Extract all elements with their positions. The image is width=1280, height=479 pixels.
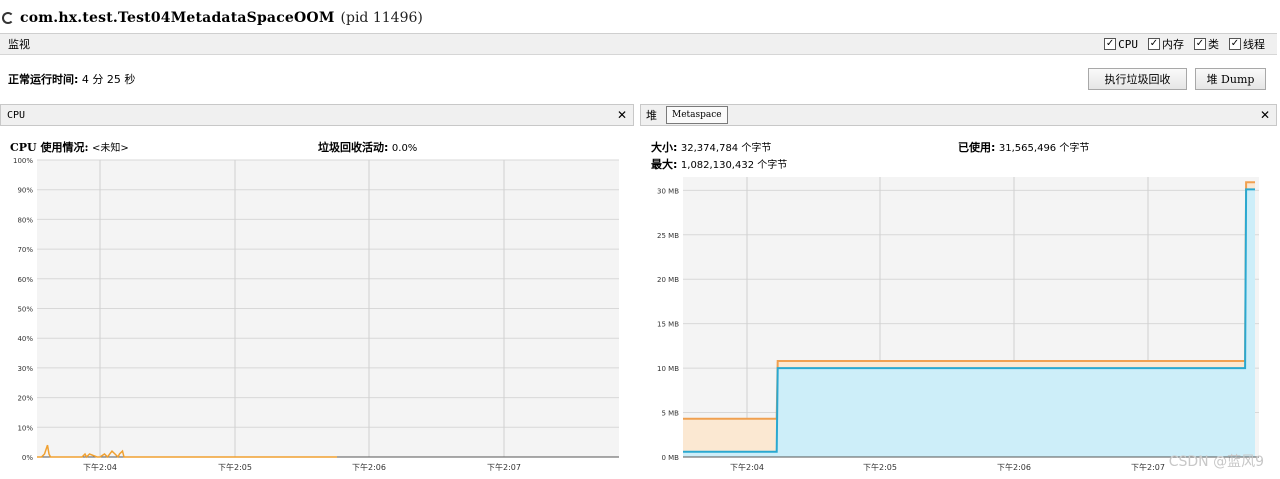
size-value: 32,374,784 个字节 xyxy=(680,143,772,154)
metaspace-chart: 0 MB 5 MB 10 MB 15 MB 20 MB 25 MB 30 MB 下午2:04 下… xyxy=(657,177,1259,472)
size-label: 大小: xyxy=(651,141,678,154)
y-tick-label: 10 MB xyxy=(657,365,679,373)
tab-metaspace[interactable]: Metaspace xyxy=(666,106,728,124)
cpu-panel-header: CPU ✕ xyxy=(0,104,634,126)
cpu-usage-label: CPU 使用情况: xyxy=(10,141,89,154)
x-tick-label: 下午2:06 xyxy=(352,462,386,472)
metaspace-max: 最大: 1,082,130,432 个字节 xyxy=(651,156,787,172)
checkbox-cpu[interactable]: ✓ CPU xyxy=(1104,36,1138,52)
cpu-usage-value: <未知> xyxy=(92,143,129,154)
watermark: CSDN @蓝风9 xyxy=(1168,454,1264,470)
x-tick-label: 下午2:05 xyxy=(863,462,897,472)
uptime-value: 4 分 25 秒 xyxy=(81,73,136,86)
x-tick-label: 下午2:04 xyxy=(730,462,764,472)
x-tick-label: 下午2:07 xyxy=(1131,462,1165,472)
checkbox-check-icon[interactable]: ✓ xyxy=(1148,38,1160,50)
y-tick-label: 20 MB xyxy=(657,276,679,284)
gc-activity-label: 垃圾回收活动: xyxy=(318,141,389,154)
y-tick-label: 30 MB xyxy=(657,187,679,195)
max-value: 1,082,130,432 个字节 xyxy=(680,160,788,171)
metaspace-used: 已使用: 31,565,496 个字节 xyxy=(958,139,1089,155)
monitor-label: 监视 xyxy=(8,38,30,51)
y-tick-label: 25 MB xyxy=(657,232,679,240)
y-tick-label: 50% xyxy=(17,306,33,314)
y-tick-label: 5 MB xyxy=(661,410,679,418)
checkbox-threads[interactable]: ✓ 线程 xyxy=(1229,36,1265,52)
loading-spinner-icon xyxy=(2,12,14,24)
y-tick-label: 60% xyxy=(17,276,33,284)
checkbox-memory[interactable]: ✓ 内存 xyxy=(1148,36,1184,52)
view-checkboxes: ✓ CPU ✓ 内存 ✓ 类 ✓ 线程 xyxy=(1104,36,1265,52)
gc-activity: 垃圾回收活动: 0.0% xyxy=(318,139,417,155)
y-tick-label: 10% xyxy=(17,424,33,432)
y-tick-label: 40% xyxy=(17,335,33,343)
y-tick-label: 0% xyxy=(22,454,33,462)
uptime: 正常运行时间: 4 分 25 秒 xyxy=(8,71,135,87)
max-label: 最大: xyxy=(651,158,678,171)
pid-label: (pid 11496) xyxy=(340,10,423,26)
app-name: com.hx.test.Test04MetadataSpaceOOM xyxy=(20,10,335,26)
checkbox-check-icon[interactable]: ✓ xyxy=(1104,38,1117,50)
y-tick-label: 80% xyxy=(17,216,33,224)
memory-panel-header: 堆 Metaspace ✕ xyxy=(640,104,1277,126)
cpu-panel-title: CPU xyxy=(7,109,26,121)
close-icon[interactable]: ✕ xyxy=(617,108,627,122)
checkbox-check-icon[interactable]: ✓ xyxy=(1194,38,1206,50)
checkbox-check-icon[interactable]: ✓ xyxy=(1229,38,1241,50)
uptime-label: 正常运行时间: xyxy=(8,73,79,86)
heap-dump-button[interactable]: 堆 Dump xyxy=(1195,68,1266,90)
y-tick-label: 15 MB xyxy=(657,321,679,329)
checkbox-classes[interactable]: ✓ 类 xyxy=(1194,36,1219,52)
x-tick-label: 下午2:04 xyxy=(83,462,117,472)
tab-heap[interactable]: 堆 xyxy=(641,106,662,124)
y-tick-label: 0 MB xyxy=(661,454,679,462)
x-tick-label: 下午2:07 xyxy=(487,462,521,472)
monitor-header: 监视 ✓ CPU ✓ 内存 ✓ 类 ✓ 线程 xyxy=(0,33,1277,55)
y-tick-label: 20% xyxy=(17,395,33,403)
gc-activity-value: 0.0% xyxy=(391,143,418,154)
y-tick-label: 70% xyxy=(17,246,33,254)
title-bar: com.hx.test.Test04MetadataSpaceOOM (pid … xyxy=(0,6,1280,30)
metaspace-size: 大小: 32,374,784 个字节 xyxy=(651,139,771,155)
perform-gc-button[interactable]: 执行垃圾回收 xyxy=(1088,68,1187,90)
used-label: 已使用: xyxy=(958,141,996,154)
x-tick-label: 下午2:05 xyxy=(218,462,252,472)
y-tick-label: 100% xyxy=(13,157,33,165)
y-tick-label: 30% xyxy=(17,365,33,373)
used-value: 31,565,496 个字节 xyxy=(998,143,1090,154)
cpu-chart: 0% 10% 20% 30% 40% 50% 60% 70% 80% 90% 100% 下午2:04 下… xyxy=(13,157,619,472)
x-tick-label: 下午2:06 xyxy=(997,462,1031,472)
cpu-usage: CPU 使用情况: <未知> xyxy=(10,139,129,155)
y-tick-label: 90% xyxy=(17,187,33,195)
close-icon[interactable]: ✕ xyxy=(1260,108,1270,122)
